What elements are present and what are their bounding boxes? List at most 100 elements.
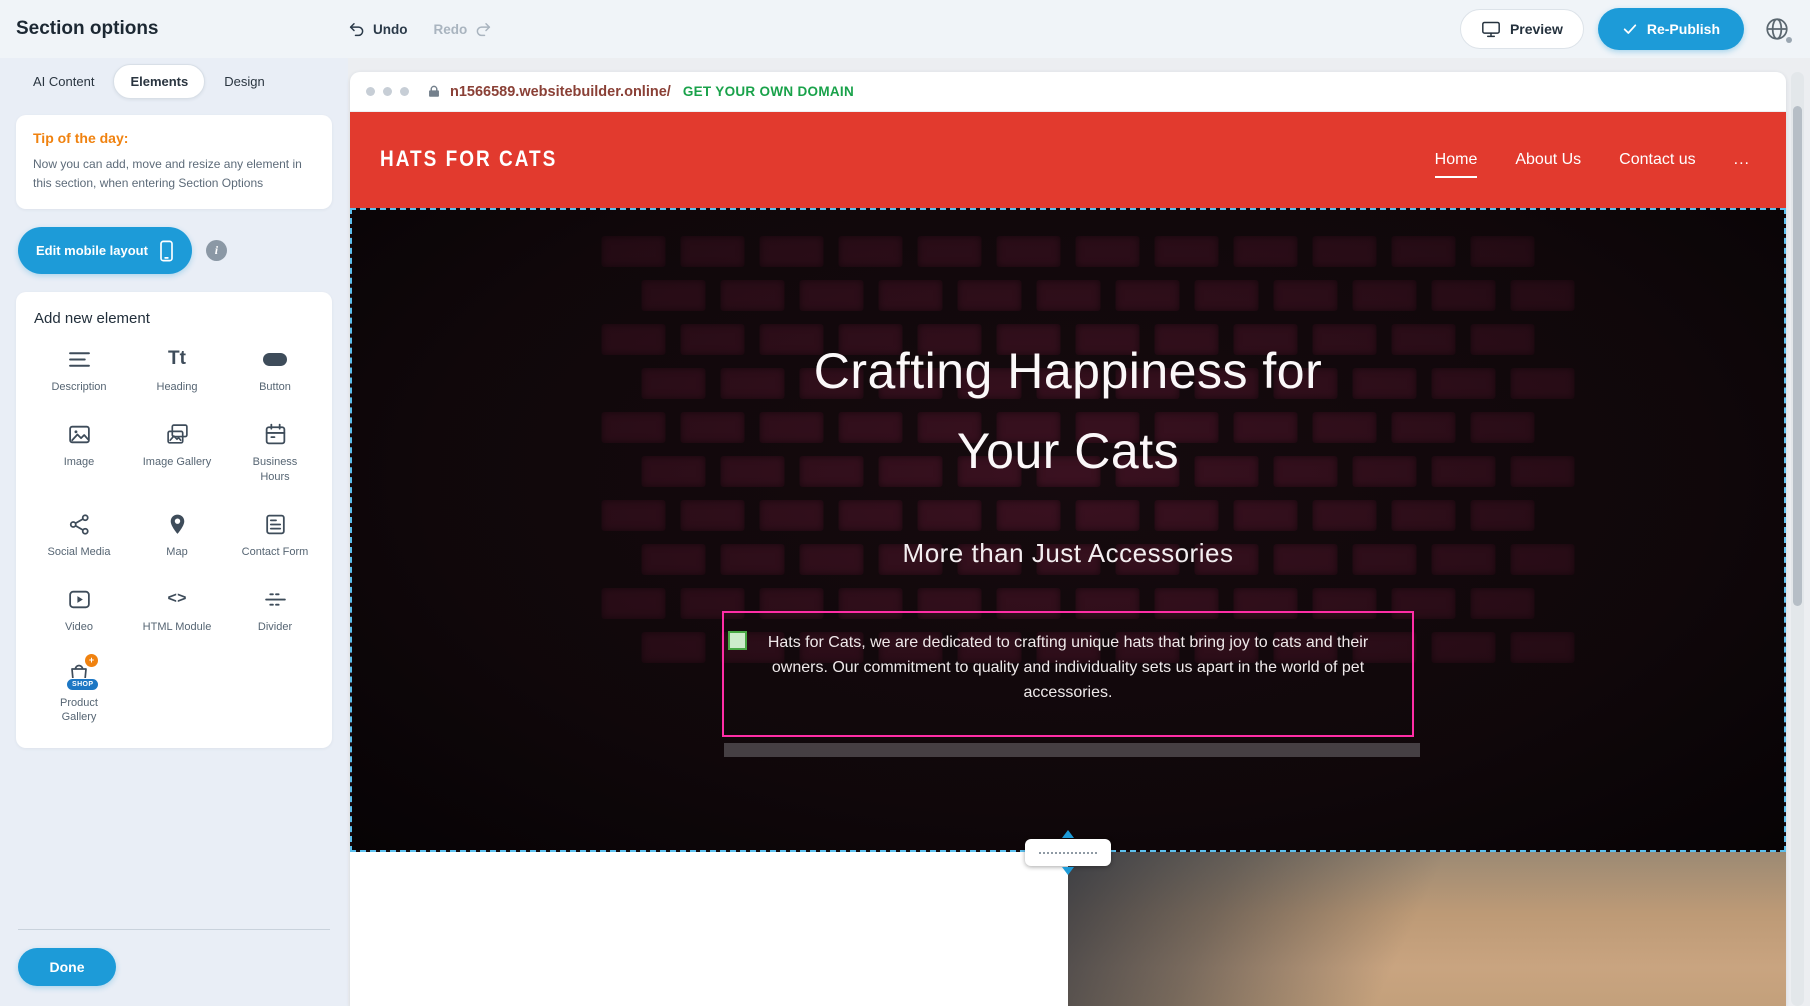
next-section-preview xyxy=(350,852,1786,1006)
tab-design[interactable]: Design xyxy=(207,64,281,99)
check-icon xyxy=(1622,21,1638,37)
image-icon xyxy=(67,420,92,448)
lock-icon xyxy=(427,84,441,99)
element-button[interactable]: Button xyxy=(226,345,324,394)
canvas-scrollbar-thumb[interactable] xyxy=(1793,106,1802,606)
preview-button[interactable]: Preview xyxy=(1460,9,1584,49)
section-resize-handle[interactable] xyxy=(1025,839,1111,866)
sidebar-tabs: AI Content Elements Design xyxy=(16,64,332,99)
divider-icon xyxy=(263,585,288,613)
hero-heading-line2[interactable]: Your Cats xyxy=(957,426,1179,476)
content-row: AI Content Elements Design Tip of the da… xyxy=(0,58,1810,1006)
product-gallery-icon: + SHOP xyxy=(64,661,94,689)
next-section-left-blank[interactable] xyxy=(350,852,1068,1006)
undo-label: Undo xyxy=(373,22,408,37)
business-hours-icon xyxy=(263,420,288,448)
element-divider[interactable]: Divider xyxy=(226,585,324,634)
undo-icon xyxy=(348,20,366,38)
social-media-icon xyxy=(67,510,92,538)
globe-status-dot xyxy=(1786,37,1792,43)
hero-content: Crafting Happiness for Your Cats More th… xyxy=(352,210,1784,737)
editor-canvas: n1566589.websitebuilder.online/ GET YOUR… xyxy=(348,58,1810,1006)
element-drag-handle[interactable] xyxy=(728,631,747,650)
tip-title: Tip of the day: xyxy=(33,130,315,146)
canvas-scrollbar-track[interactable] xyxy=(1791,72,1804,1006)
browser-bar: n1566589.websitebuilder.online/ GET YOUR… xyxy=(350,72,1786,112)
tab-elements[interactable]: Elements xyxy=(113,64,205,99)
site-logo[interactable]: Hats for Cats xyxy=(380,147,557,172)
nav-more-button[interactable]: ... xyxy=(1734,151,1750,169)
tip-body: Now you can add, move and resize any ele… xyxy=(33,155,315,192)
sidebar-spacer xyxy=(16,748,332,929)
element-html-module[interactable]: <> HTML Module xyxy=(128,585,226,634)
hero-paragraph[interactable]: Hats for Cats, we are dedicated to craft… xyxy=(738,631,1398,705)
product-gallery-plus-badge: + xyxy=(85,654,98,667)
element-social-media[interactable]: Social Media xyxy=(30,510,128,559)
nav-home[interactable]: Home xyxy=(1435,151,1478,169)
preview-label: Preview xyxy=(1510,21,1563,37)
resize-arrow-up-icon xyxy=(1062,830,1074,838)
element-image[interactable]: Image xyxy=(30,420,128,484)
tab-ai-content[interactable]: AI Content xyxy=(16,64,111,99)
map-pin-icon xyxy=(165,510,190,538)
tip-of-the-day-card: Tip of the day: Now you can add, move an… xyxy=(16,115,332,209)
undo-button[interactable]: Undo xyxy=(348,20,408,38)
edit-mobile-layout-button[interactable]: Edit mobile layout xyxy=(18,227,192,274)
element-map[interactable]: Map xyxy=(128,510,226,559)
element-video[interactable]: Video xyxy=(30,585,128,634)
hero-section-wrap: Crafting Happiness for Your Cats More th… xyxy=(350,208,1786,852)
nav-contact-us[interactable]: Contact us xyxy=(1619,151,1695,169)
add-element-card: Add new element Description Tt Heading B… xyxy=(16,292,332,748)
resize-dotted-line xyxy=(1039,852,1097,854)
page-title: Section options xyxy=(16,18,348,40)
nav-about-us[interactable]: About Us xyxy=(1515,151,1581,169)
redo-button[interactable]: Redo xyxy=(434,20,493,38)
heading-icon: Tt xyxy=(168,345,186,373)
preview-monitor-icon xyxy=(1481,20,1501,38)
button-icon xyxy=(263,345,287,373)
done-button[interactable]: Done xyxy=(18,948,116,986)
element-product-gallery[interactable]: + SHOP Product Gallery xyxy=(30,661,128,725)
mobile-layout-row: Edit mobile layout i xyxy=(18,227,332,274)
window-dots xyxy=(366,87,409,96)
video-icon xyxy=(67,585,92,613)
redo-label: Redo xyxy=(434,22,468,37)
get-your-own-domain-link[interactable]: GET YOUR OWN DOMAIN xyxy=(683,84,854,99)
element-heading[interactable]: Tt Heading xyxy=(128,345,226,394)
element-description[interactable]: Description xyxy=(30,345,128,394)
add-element-title: Add new element xyxy=(34,310,324,327)
edit-mobile-layout-label: Edit mobile layout xyxy=(36,243,148,258)
product-gallery-shop-badge: SHOP xyxy=(66,678,99,691)
site-url: n1566589.websitebuilder.online/ xyxy=(450,84,671,100)
app: Section options Undo Redo Preview Re-Pub… xyxy=(0,0,1810,1006)
ghost-placeholder-bar xyxy=(724,743,1420,757)
site-viewport: Hats for Cats Home About Us Contact us .… xyxy=(350,112,1786,1006)
resize-arrow-down-icon xyxy=(1062,867,1074,875)
html-code-icon: <> xyxy=(167,585,186,613)
republish-button[interactable]: Re-Publish xyxy=(1598,8,1744,50)
republish-label: Re-Publish xyxy=(1647,21,1720,37)
redo-icon xyxy=(474,20,492,38)
site-header[interactable]: Hats for Cats Home About Us Contact us .… xyxy=(350,112,1786,208)
site-nav: Home About Us Contact us ... xyxy=(1435,151,1750,169)
hero-heading-line1[interactable]: Crafting Happiness for xyxy=(814,346,1322,396)
next-section-ground-image[interactable] xyxy=(1068,852,1786,1006)
history-controls: Undo Redo xyxy=(348,20,492,38)
element-image-gallery[interactable]: Image Gallery xyxy=(128,420,226,484)
contact-form-icon xyxy=(263,510,288,538)
description-icon xyxy=(67,345,92,373)
image-gallery-icon xyxy=(165,420,190,448)
phone-icon xyxy=(159,240,174,262)
section-options-sidebar: AI Content Elements Design Tip of the da… xyxy=(0,58,348,1006)
element-business-hours[interactable]: Business Hours xyxy=(226,420,324,484)
language-globe-button[interactable] xyxy=(1760,12,1794,46)
selected-text-element[interactable]: Hats for Cats, we are dedicated to craft… xyxy=(722,611,1414,737)
hero-subheading[interactable]: More than Just Accessories xyxy=(903,538,1234,569)
element-contact-form[interactable]: Contact Form xyxy=(226,510,324,559)
hero-section-selected[interactable]: Crafting Happiness for Your Cats More th… xyxy=(350,208,1786,852)
sidebar-divider xyxy=(18,929,330,930)
editor-topbar: Section options Undo Redo Preview Re-Pub… xyxy=(0,0,1810,58)
info-icon[interactable]: i xyxy=(206,240,227,261)
element-grid: Description Tt Heading Button Image xyxy=(30,345,324,724)
site-preview-window: n1566589.websitebuilder.online/ GET YOUR… xyxy=(350,72,1786,1006)
